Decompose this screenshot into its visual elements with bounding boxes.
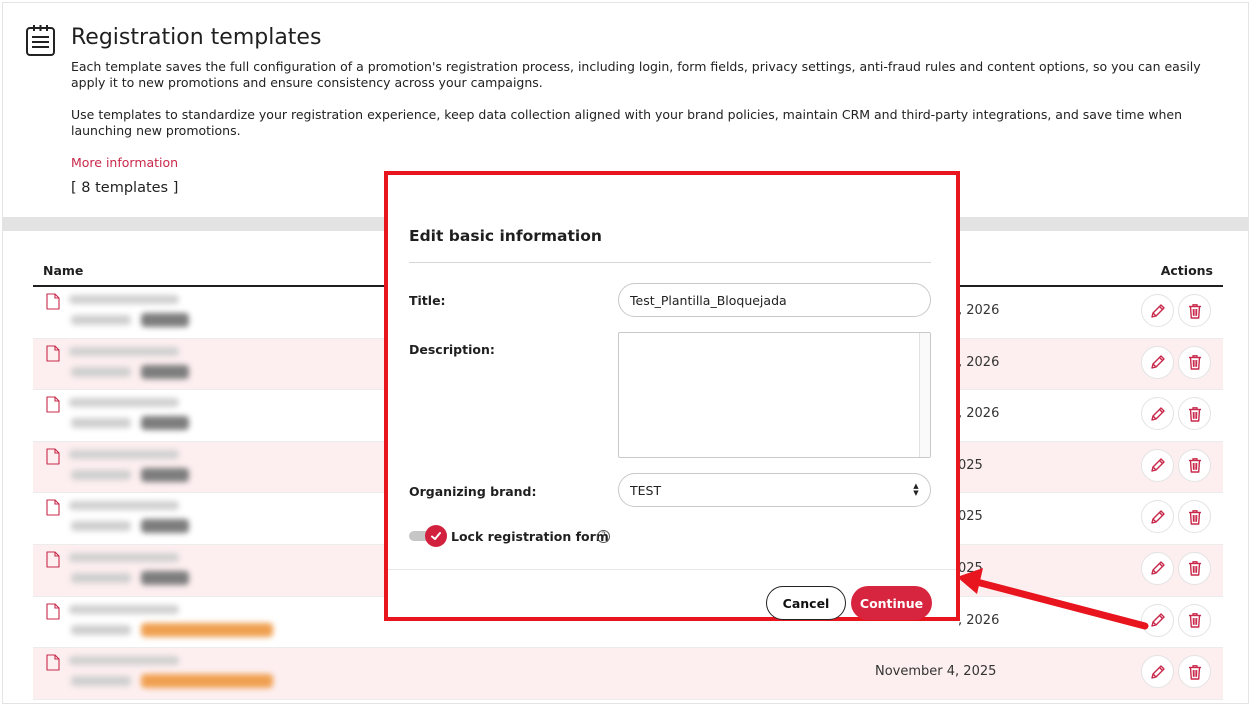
trash-icon (1188, 303, 1201, 319)
trash-icon (1188, 613, 1201, 628)
pencil-icon (1150, 355, 1165, 369)
lock-registration-toggle[interactable] (409, 525, 447, 547)
select-arrows-icon: ▲ ▼ (913, 482, 919, 497)
cancel-button[interactable]: Cancel (766, 586, 846, 620)
edit-button[interactable] (1141, 345, 1174, 379)
row-date: , 2026 (958, 303, 1000, 318)
list-clipboard-icon (26, 25, 55, 56)
delete-button[interactable] (1178, 448, 1211, 482)
dialog-divider (409, 262, 931, 263)
pencil-icon (1150, 510, 1165, 524)
redacted-template-name (69, 547, 301, 593)
pencil-icon (1150, 303, 1165, 318)
redacted-template-name (69, 650, 301, 696)
row-date: , 2026 (958, 612, 1000, 628)
pencil-icon (1150, 613, 1165, 627)
delete-button[interactable] (1178, 551, 1211, 585)
continue-button[interactable]: Continue (851, 586, 932, 620)
dialog-footer-divider (388, 569, 956, 570)
column-header-name: Name (43, 263, 84, 278)
redacted-template-name (69, 444, 301, 490)
redacted-template-name (69, 289, 301, 335)
file-icon (46, 603, 60, 620)
title-input[interactable] (618, 283, 931, 317)
check-icon (431, 532, 441, 540)
file-icon (46, 345, 60, 362)
organizing-brand-select[interactable]: TEST ▲ ▼ (618, 473, 931, 507)
file-icon (46, 396, 60, 413)
edit-button[interactable] (1141, 655, 1174, 689)
row-date: 025 (958, 560, 983, 576)
column-header-actions: Actions (1160, 263, 1213, 278)
trash-icon (1188, 664, 1201, 680)
edit-basic-info-dialog: Edit basic information Title: Descriptio… (384, 171, 960, 621)
file-icon (46, 499, 60, 516)
trash-icon (1188, 510, 1201, 525)
description-textarea[interactable] (618, 332, 931, 458)
more-information-link[interactable]: More information (71, 155, 178, 170)
redacted-template-name (69, 392, 301, 438)
description-scrollbar[interactable] (919, 333, 930, 457)
page-title: Registration templates (71, 25, 322, 50)
delete-button[interactable] (1178, 345, 1211, 379)
organizing-brand-label: Organizing brand: (409, 484, 537, 499)
lock-registration-label: Lock registration form (451, 529, 609, 544)
pencil-icon (1150, 458, 1165, 472)
trash-icon (1188, 355, 1201, 370)
templates-count: [ 8 templates ] (71, 180, 179, 196)
help-circle-icon[interactable]: ? (597, 530, 610, 543)
toggle-knob (425, 525, 447, 547)
table-row: November 4, 2025 (33, 648, 1223, 700)
pencil-icon (1150, 561, 1165, 576)
row-date: November 4, 2025 (875, 664, 997, 680)
file-icon (46, 551, 60, 568)
delete-button[interactable] (1178, 294, 1211, 327)
redacted-template-name (69, 495, 301, 541)
row-date: 025 (958, 457, 983, 473)
edit-button[interactable] (1141, 448, 1174, 482)
page-description-secondary: Use templates to standardize your regist… (71, 107, 1182, 138)
trash-icon (1188, 458, 1201, 473)
file-icon (46, 654, 60, 671)
redacted-template-name (69, 341, 301, 387)
delete-button[interactable] (1178, 655, 1211, 689)
pencil-icon (1150, 664, 1165, 679)
organizing-brand-value: TEST (630, 482, 662, 498)
trash-icon (1188, 561, 1201, 577)
row-date: , 2026 (958, 406, 1000, 422)
edit-button[interactable] (1141, 551, 1174, 585)
file-icon (46, 293, 60, 310)
redacted-template-name (69, 599, 301, 645)
page-frame: Registration templates Each template sav… (2, 2, 1249, 704)
delete-button[interactable] (1178, 603, 1211, 637)
row-date: 025 (958, 509, 983, 525)
edit-button[interactable] (1141, 500, 1174, 534)
dialog-title: Edit basic information (409, 227, 602, 245)
file-icon (46, 448, 60, 465)
edit-button[interactable] (1141, 294, 1174, 327)
edit-button[interactable] (1141, 603, 1174, 637)
title-label: Title: (409, 293, 446, 308)
delete-button[interactable] (1178, 500, 1211, 534)
description-label: Description: (409, 342, 495, 357)
page-description: Each template saves the full configurati… (71, 59, 1201, 90)
row-date: , 2026 (958, 354, 1000, 370)
delete-button[interactable] (1178, 397, 1211, 431)
trash-icon (1188, 406, 1201, 422)
pencil-icon (1150, 406, 1165, 421)
edit-button[interactable] (1141, 397, 1174, 431)
